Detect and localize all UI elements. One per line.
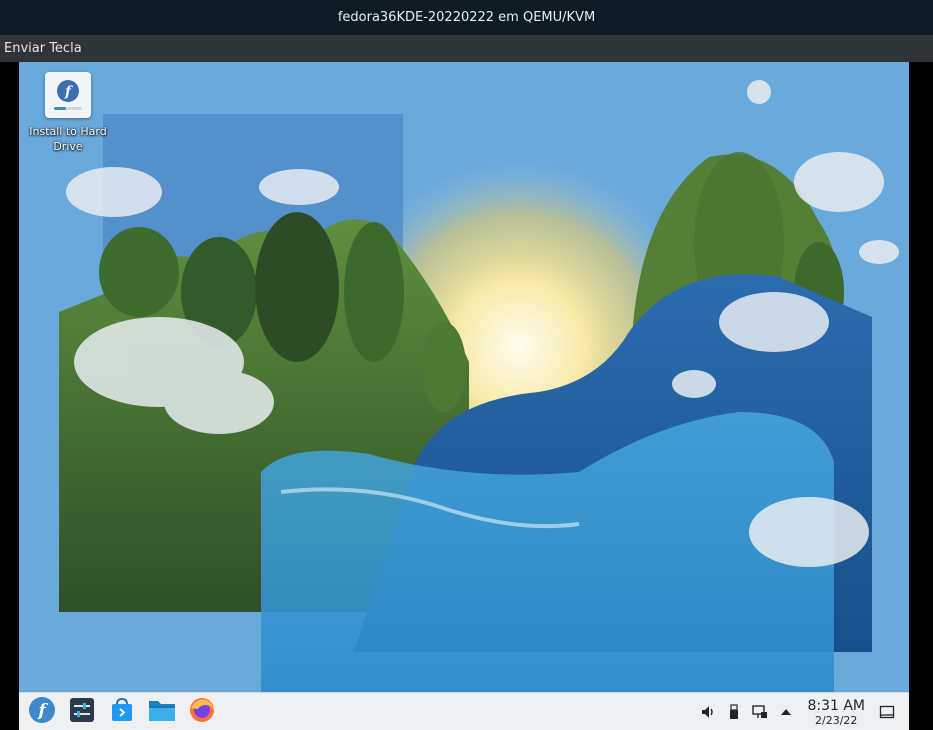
desktop-wallpaper <box>19 62 909 692</box>
clock-date: 2/23/22 <box>815 713 858 727</box>
show-desktop-button[interactable] <box>875 700 899 724</box>
settings-icon <box>68 696 96 728</box>
window-title: fedora36KDE-20220222 em QEMU/KVM <box>337 10 596 25</box>
clock-time: 8:31 AM <box>807 697 865 714</box>
folder-icon <box>147 696 177 728</box>
install-to-hard-drive-shortcut[interactable]: f Install to Hard Drive <box>27 72 109 154</box>
fedora-installer-icon: f <box>45 72 91 118</box>
store-icon <box>108 696 136 728</box>
expand-arrow-icon[interactable] <box>775 701 797 723</box>
volume-icon[interactable] <box>697 701 719 723</box>
system-settings-button[interactable] <box>65 695 99 729</box>
taskbar: f 8:31 AM 2/23/22 <box>19 692 909 730</box>
dolphin-button[interactable] <box>145 695 179 729</box>
menubar: Enviar Tecla <box>0 35 933 62</box>
fedora-logo-icon: f <box>28 696 56 728</box>
digital-clock[interactable]: 8:31 AM 2/23/22 <box>807 699 865 726</box>
firefox-button[interactable] <box>185 695 219 729</box>
usb-icon[interactable] <box>723 701 745 723</box>
install-to-hard-drive-label: Install to Hard Drive <box>29 125 107 153</box>
system-tray: 8:31 AM 2/23/22 <box>695 693 909 730</box>
window-titlebar: fedora36KDE-20220222 em QEMU/KVM <box>0 0 933 35</box>
network-icon[interactable] <box>749 701 771 723</box>
discover-button[interactable] <box>105 695 139 729</box>
send-key-menu[interactable]: Enviar Tecla <box>0 41 86 56</box>
vm-display[interactable]: f Install to Hard Drive f 8:31 AM 2/23/2… <box>19 62 909 730</box>
firefox-icon <box>188 696 216 728</box>
application-launcher-button[interactable]: f <box>25 695 59 729</box>
